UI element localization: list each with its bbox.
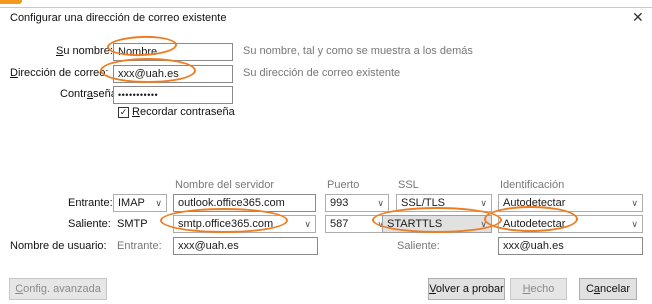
chevron-down-icon: ∨ [480, 198, 487, 208]
outgoing-port-value: 587 [330, 218, 349, 230]
outgoing-label: Saliente: [68, 218, 111, 230]
username-incoming-label: Entrante: [117, 240, 162, 252]
column-port-header: Puerto [327, 179, 360, 191]
chevron-down-icon: ∨ [155, 198, 162, 208]
email-hint: Su dirección de correo existente [243, 67, 401, 79]
done-button[interactable]: Hecho [510, 278, 567, 300]
username-incoming-input[interactable]: xxx@uah.es [173, 237, 318, 255]
username-outgoing-label: Saliente: [397, 240, 440, 252]
name-label: Su nombre: [56, 45, 113, 57]
chevron-down-icon: ∨ [631, 219, 638, 229]
dialog-title: Configurar una dirección de correo exist… [10, 12, 227, 24]
email-label: Dirección de correo: [10, 67, 109, 79]
remember-password-checkbox[interactable]: ✓ [118, 107, 129, 118]
chevron-down-icon: ∨ [377, 198, 384, 208]
username-label: Nombre de usuario: [10, 240, 107, 252]
username-outgoing-input[interactable]: xxx@uah.es [498, 237, 643, 255]
password-label: Contraseña: [60, 88, 120, 100]
retry-button[interactable]: Volver a probar [428, 278, 505, 300]
advanced-config-button[interactable]: Config. avanzada [9, 278, 107, 300]
remember-password-label: Recordar contraseña [132, 106, 235, 118]
incoming-port-value: 993 [330, 197, 349, 209]
column-server-header: Nombre del servidor [175, 179, 275, 191]
close-icon[interactable]: ✕ [632, 9, 644, 26]
outgoing-protocol: SMTP [117, 218, 148, 230]
annotation-ellipse-email [100, 58, 196, 83]
column-auth-header: Identificación [500, 179, 565, 191]
chevron-down-icon: ∨ [631, 198, 638, 208]
incoming-protocol-value: IMAP [118, 197, 145, 209]
annotation-ellipse-starttls [372, 207, 502, 233]
incoming-port-select[interactable]: 993 ∨ [325, 194, 389, 212]
chevron-down-icon: ∨ [304, 219, 311, 229]
name-hint: Su nombre, tal y como se muestra a los d… [243, 45, 473, 57]
app-brand-corner [0, 0, 22, 4]
annotation-ellipse-auth [484, 206, 578, 232]
incoming-label: Entrante: [68, 197, 113, 209]
password-input[interactable]: ••••••••••• [113, 86, 233, 104]
annotation-ellipse-smtp-server [160, 208, 288, 233]
cancel-button[interactable]: Cancelar [579, 278, 637, 300]
column-ssl-header: SSL [398, 179, 419, 191]
incoming-protocol-select[interactable]: IMAP ∨ [113, 194, 167, 212]
